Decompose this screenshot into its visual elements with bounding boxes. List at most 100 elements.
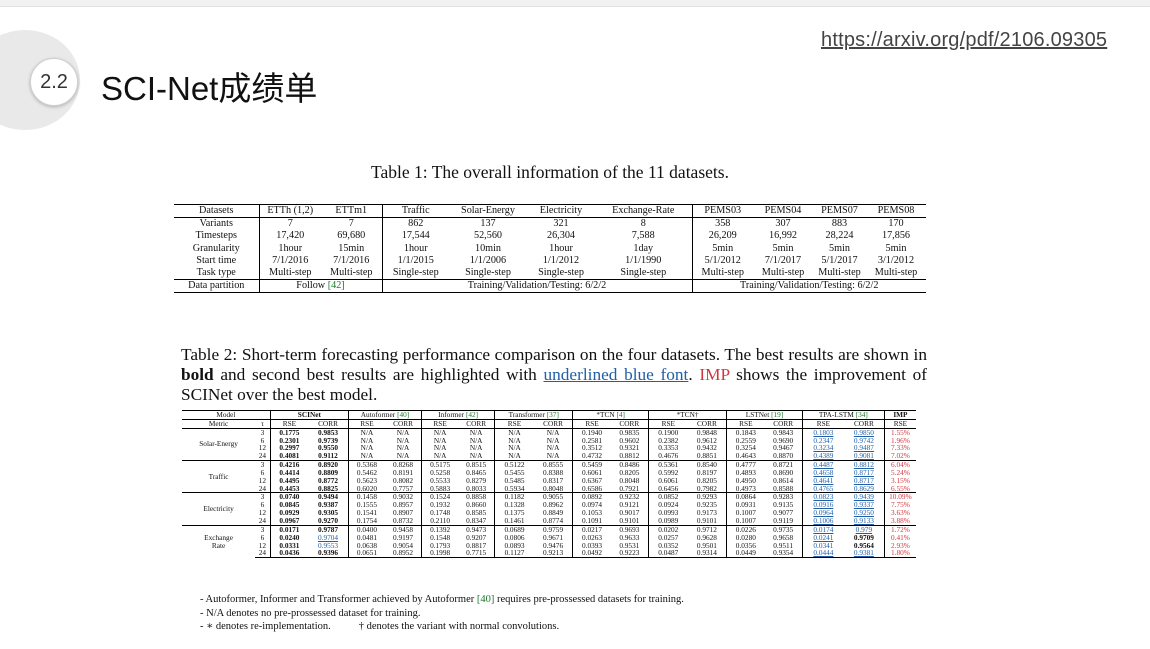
table-cell: 0.9487	[843, 444, 885, 453]
table-cell: 0.9354	[764, 549, 803, 559]
table-cell: 0.0257	[658, 533, 679, 542]
table-cell: 0.0964	[813, 509, 834, 517]
table-cell: 0.979	[843, 524, 885, 534]
caption-imp-label: IMP	[699, 365, 730, 384]
table-cell: 7.75%	[890, 501, 910, 510]
table-cell: 0.5455	[504, 468, 525, 477]
table-cell: 0.1548	[430, 533, 451, 542]
table-cell: 0.1461	[504, 516, 525, 525]
table-cell: 0.0989	[658, 516, 679, 525]
table-cell: 12	[255, 476, 271, 485]
table-row: 24 0.4453 0.8825 0.6020 0.7757 0.5883 0.8033 0.…	[182, 484, 916, 493]
section-number: 2.2	[40, 71, 68, 93]
table-cell: 0.9473	[458, 524, 496, 534]
table-cell: 0.0487	[648, 549, 688, 559]
note-ref-link[interactable]: [40]	[477, 594, 495, 605]
table-cell: 0.9032	[385, 492, 423, 502]
table-cell: 6.55%	[890, 484, 910, 493]
table-cell: 0.9693	[610, 524, 650, 534]
table1-header-cell: PEMS03	[692, 203, 753, 219]
table2-metric-header-row: Metric τ RSE CORR RSE CORR RSE CORR RSE CORR RSE CO…	[182, 418, 916, 429]
table-cell: 0.8721	[764, 460, 803, 469]
table-cell: 0.8588	[764, 484, 803, 493]
note-reimplementation: - ∗ denotes re-implementation. † denotes …	[200, 621, 560, 633]
table-cell: 0.41%	[890, 533, 910, 542]
metric-header-cell: RSE	[726, 418, 765, 429]
table-cell: 0.9077	[764, 509, 803, 517]
table1-cell: 16,992	[768, 230, 797, 242]
metric-header-cell: RSE	[802, 418, 844, 429]
header-ref-link[interactable]: [4]	[616, 411, 625, 419]
table1-cell: 5min	[712, 242, 734, 254]
table-cell: 10.09%	[884, 492, 916, 502]
table1-cell: 1/1/2012	[542, 254, 580, 266]
table-cell: N/A	[533, 427, 574, 437]
metric-header-cell: CORR	[308, 418, 349, 429]
caption-blue-underline-link[interactable]: underlined blue font	[544, 365, 689, 384]
table1-cell: 26,304	[546, 230, 575, 242]
table-cell: 0.9853	[308, 427, 349, 437]
table-cell: 0.9612	[687, 436, 728, 445]
header-ref-link[interactable]: [19]	[771, 411, 783, 419]
table-cell: 0.0352	[658, 541, 679, 550]
table-cell: 0.0240	[279, 533, 300, 542]
table-cell: 0.4216	[270, 460, 309, 469]
table-cell: 0.8920	[308, 460, 349, 469]
table-cell: 0.8774	[533, 516, 574, 526]
table-cell: 0.0740	[270, 492, 309, 502]
table-cell: 7.02%	[890, 452, 910, 461]
table-cell: 0.8205	[687, 476, 728, 485]
table1-partition-pems: Training/Validation/Testing: 6/2/2	[692, 279, 926, 294]
source-url-link[interactable]: https://arxiv.org/pdf/2106.09305	[821, 29, 1107, 52]
table-cell: 0.8851	[687, 452, 728, 461]
metric-header-cell: RSE	[348, 418, 385, 429]
table1-cell: 883	[831, 218, 848, 230]
table-cell: 0.9848	[687, 427, 728, 437]
table-cell: 0.9381	[843, 549, 885, 559]
table-row: 24 0.0967 0.9270 0.1754 0.8732 0.2110 0.8347 0.…	[182, 516, 916, 526]
table-cell: 0.8515	[458, 460, 496, 469]
table-cell: 0.0280	[735, 533, 756, 542]
header-ref-link[interactable]: [42]	[466, 411, 478, 419]
table-cell: 0.4487	[802, 460, 844, 469]
table-cell: N/A	[348, 427, 385, 437]
table1-partition-ref-link[interactable]: [42]	[328, 281, 345, 291]
table1-header-row: Datasets ETTh (1,2) ETTm1 Traffic Solar-Ener…	[174, 203, 926, 219]
table1-cell: Multi-step	[269, 267, 312, 279]
table-cell: 0.1375	[504, 509, 525, 517]
table-cell: 0.9081	[843, 452, 885, 461]
table-cell: 0.8205	[610, 468, 650, 477]
table-cell: 0.2301	[279, 436, 300, 445]
table-cell: 0.1900	[648, 427, 688, 437]
table-row: 12 0.0929 0.9305 0.1541 0.8907 0.1748 0.8585 0.…	[182, 509, 916, 517]
table-cell: 0.7757	[385, 484, 423, 493]
table-cell: 0.4081	[279, 452, 300, 461]
header-ref-link[interactable]: [34]	[856, 411, 868, 419]
metric-header-cell: Metric	[182, 418, 256, 429]
table-cell: 0.1006	[813, 516, 834, 525]
table-cell: 0.9197	[385, 533, 423, 542]
table-cell: 0.5258	[430, 468, 451, 477]
table-cell: N/A	[385, 427, 423, 437]
table-cell: 0.9787	[308, 524, 349, 534]
table1-header-cell: Exchange-Rate	[595, 203, 693, 219]
table-cell: 0.0974	[581, 501, 603, 510]
table-row: 24 0.0436 0.9396 0.0651 0.8952 0.1998 0.7715 0.…	[182, 549, 916, 559]
header-ref-link[interactable]: [40]	[397, 411, 409, 419]
header-ref-link[interactable]: [37]	[547, 411, 559, 419]
table-cell: 12	[255, 444, 271, 453]
table-cell: 0.1524	[421, 492, 459, 502]
table-cell: N/A	[433, 436, 447, 445]
table-cell: 0.9387	[308, 501, 349, 510]
table-cell: 3	[255, 492, 271, 502]
table-cell: 0.1182	[494, 492, 534, 502]
table1-partition-ett: Follow [42]	[259, 279, 383, 294]
table-cell: 0.4676	[658, 452, 679, 461]
table1-cell: 307	[775, 218, 791, 230]
table-cell: 0.0893	[504, 541, 525, 550]
table1-row: Start time 7/1/2016 7/1/2016 1/1/2015 1/1/20…	[174, 254, 926, 268]
table1-cell: Task type	[174, 267, 260, 280]
table-cell: 0.0689	[494, 524, 534, 534]
table-cell: 0.3512	[581, 444, 603, 453]
table-cell: 0.4732	[581, 452, 603, 461]
